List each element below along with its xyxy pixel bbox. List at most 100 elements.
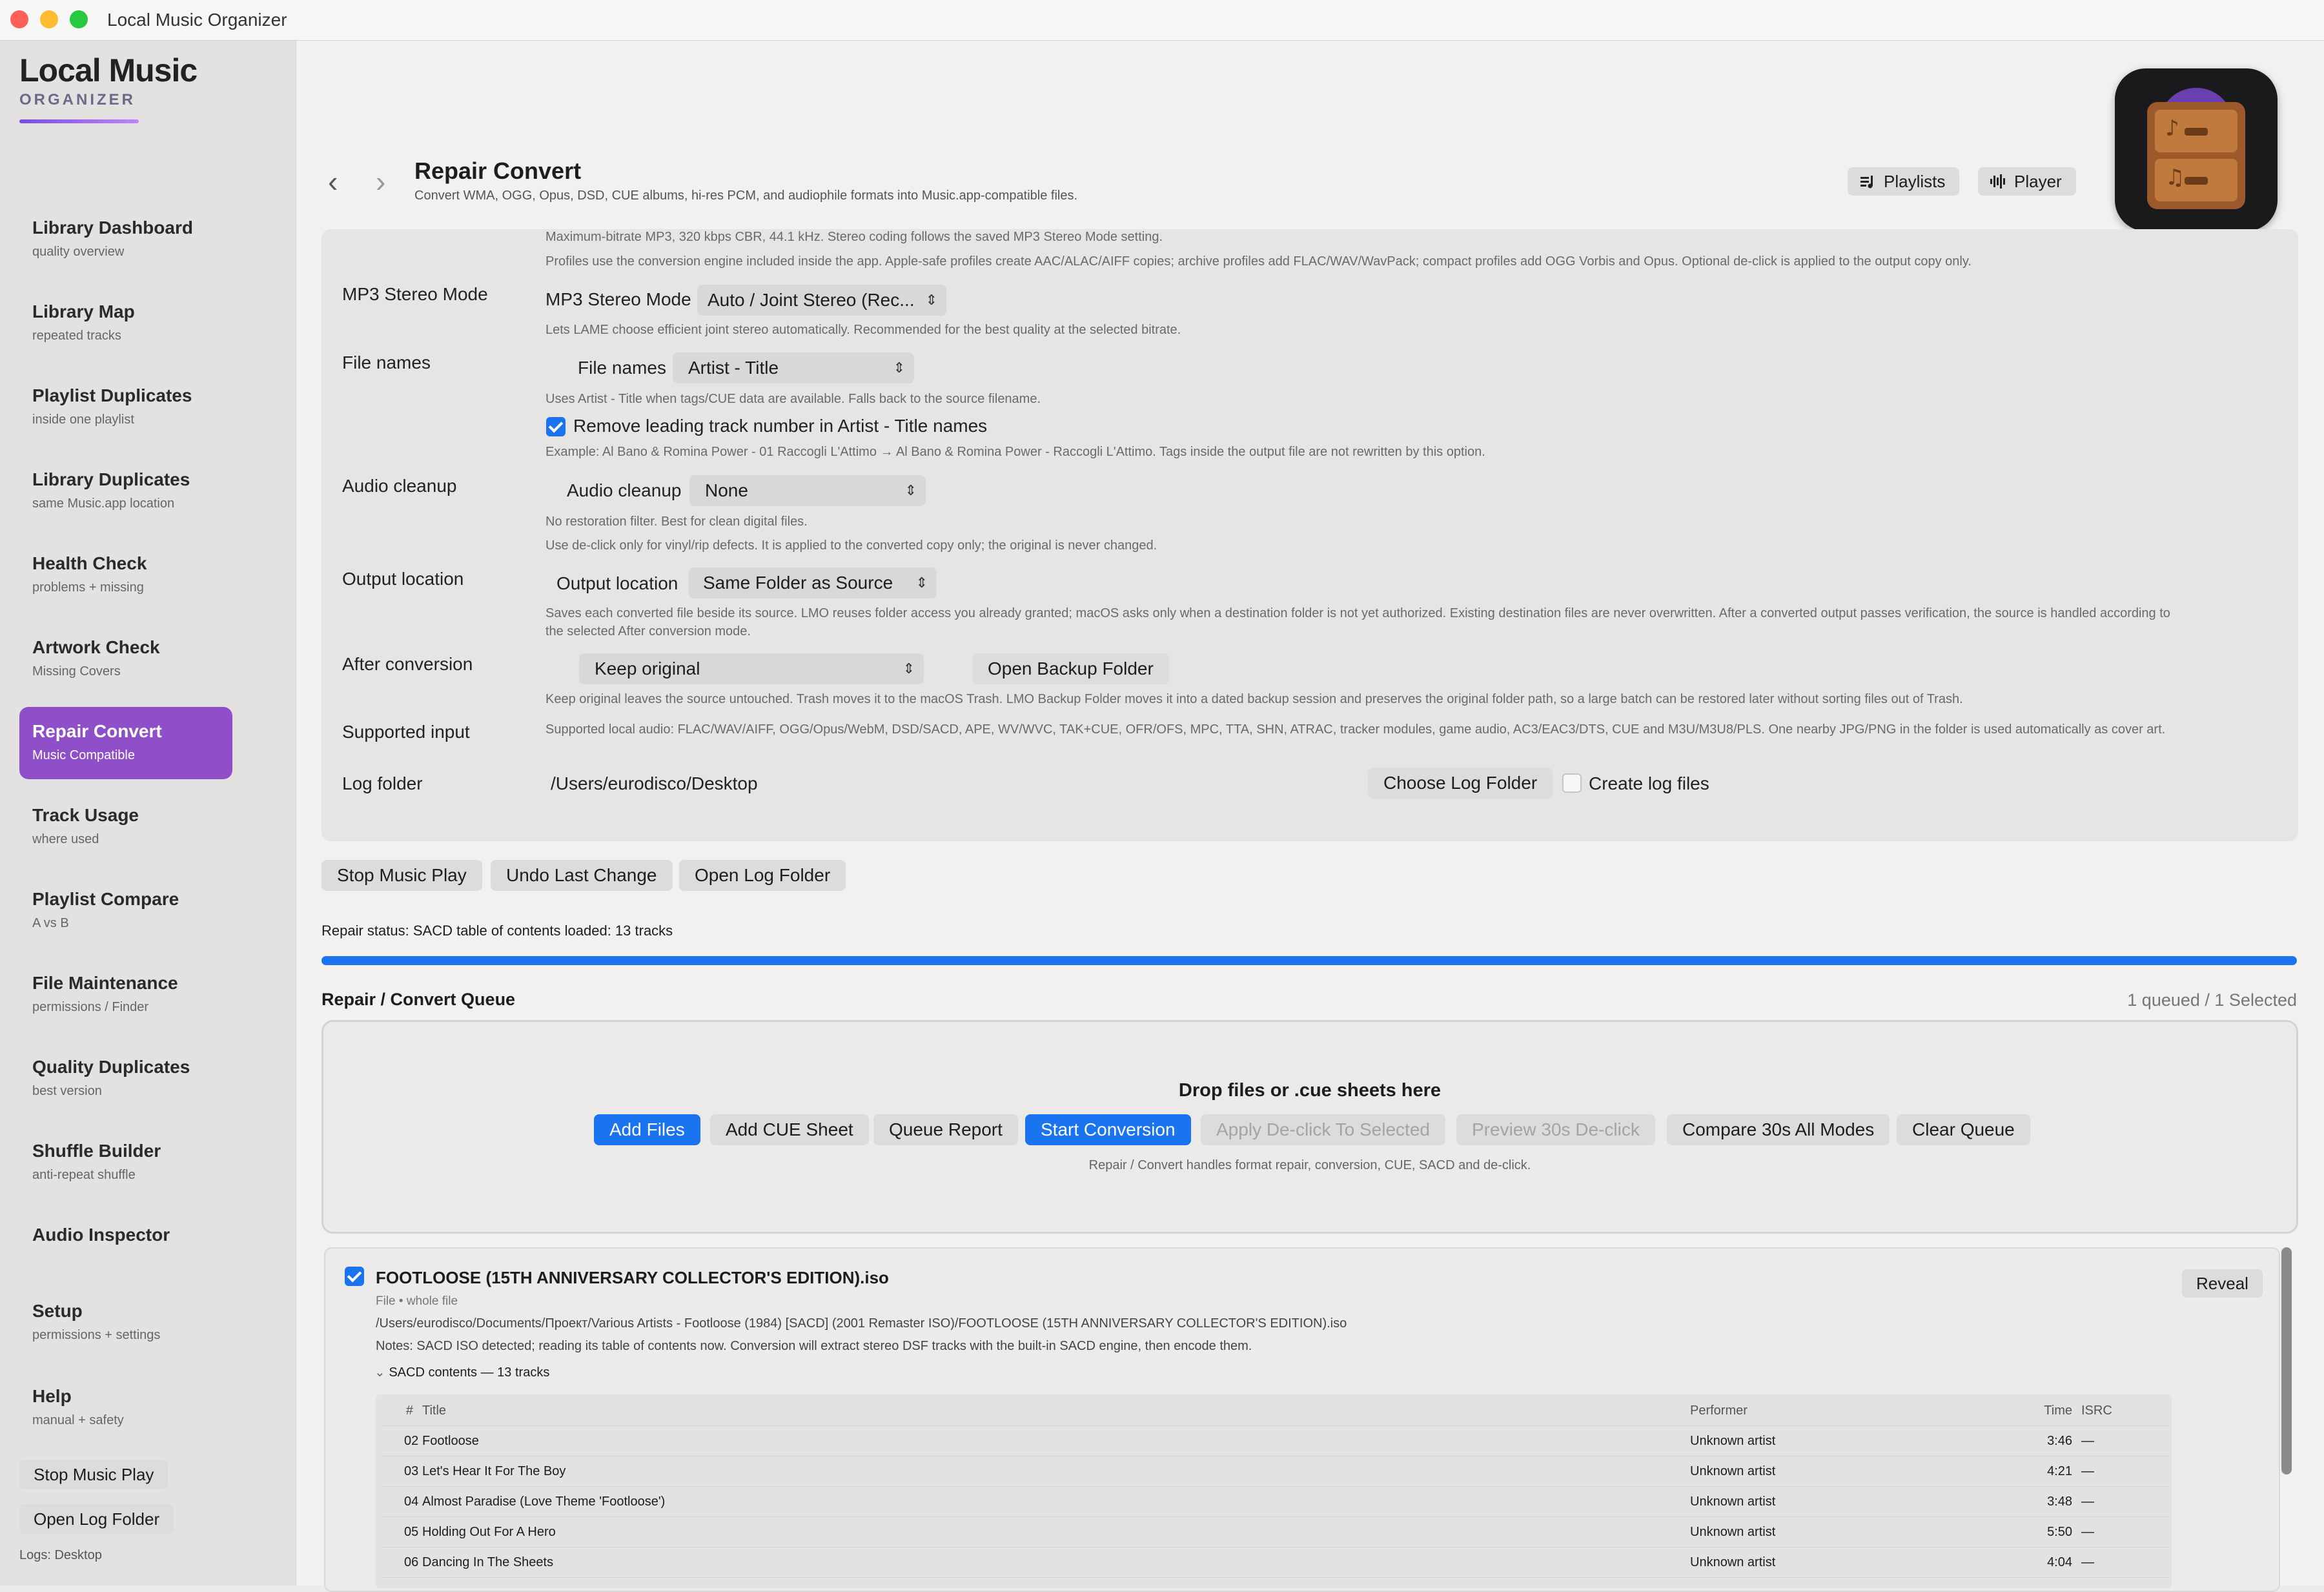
mp3-stereo-select[interactable]: Auto / Joint Stereo (Rec... ⇕	[697, 285, 946, 316]
reveal-button[interactable]: Reveal	[2182, 1269, 2263, 1298]
logs-note: Logs: Desktop	[19, 1548, 102, 1562]
sidebar-item-sublabel: quality overview	[32, 245, 125, 259]
sidebar-item-quality-duplicates[interactable]: Quality Duplicates best version	[19, 1043, 232, 1115]
sidebar-item-sublabel: A vs B	[32, 916, 69, 930]
minimize-window-button[interactable]	[40, 10, 58, 28]
sidebar-item-sublabel: same Music.app location	[32, 496, 175, 511]
track-title: Holding Out For A Hero	[422, 1516, 1690, 1547]
log-folder-path: /Users/eurodisco/Desktop	[551, 773, 758, 793]
queue-count: 1 queued / 1 Selected	[2127, 990, 2297, 1010]
track-title: Let's Hear It For The Boy	[422, 1456, 1690, 1487]
forward-button[interactable]: ›	[376, 165, 385, 198]
table-row[interactable]: 06 Dancing In The Sheets Unknown artist 4:0…	[381, 1547, 2169, 1578]
sidebar-item-setup[interactable]: Setup permissions + settings	[19, 1287, 232, 1359]
output-location-select[interactable]: Same Folder as Source ⇕	[689, 567, 937, 598]
file-names-example: Example: Al Bano & Romina Power - 01 Rac…	[545, 445, 1485, 459]
stop-music-play-button[interactable]: Stop Music Play	[321, 860, 482, 891]
scrollbar[interactable]	[2281, 1247, 2292, 1475]
sidebar-item-sublabel: permissions + settings	[32, 1328, 161, 1342]
apply-declick-button[interactable]: Apply De-click To Selected	[1201, 1114, 1445, 1145]
back-button[interactable]: ‹	[328, 165, 338, 198]
audio-cleanup-help-2: Use de-click only for vinyl/rip defects.…	[545, 538, 1157, 553]
log-folder-row-label: Log folder	[342, 773, 423, 793]
open-log-folder-button[interactable]: Open Log Folder	[679, 860, 846, 891]
create-log-files-label: Create log files	[1589, 773, 1709, 793]
track-time: 5:50	[2015, 1516, 2081, 1547]
close-window-button[interactable]	[10, 10, 28, 28]
choose-log-folder-button[interactable]: Choose Log Folder	[1368, 768, 1553, 799]
sidebar-item-help[interactable]: Help manual + safety	[19, 1372, 232, 1444]
col-header-performer[interactable]: Performer	[1690, 1396, 2015, 1426]
sidebar-item-sublabel: Missing Covers	[32, 664, 121, 679]
start-conversion-button[interactable]: Start Conversion	[1025, 1114, 1191, 1145]
track-performer: Unknown artist	[1690, 1456, 2015, 1487]
sidebar-item-track-usage[interactable]: Track Usage where used	[19, 791, 232, 863]
queue-report-button[interactable]: Queue Report	[873, 1114, 1018, 1145]
file-names-select[interactable]: Artist - Title ⇕	[673, 352, 914, 383]
track-time: 3:48	[2015, 1486, 2081, 1517]
audio-cleanup-row-label: Audio cleanup	[342, 476, 457, 496]
sidebar-item-playlist-duplicates[interactable]: Playlist Duplicates inside one playlist	[19, 371, 232, 444]
sidebar-item-sublabel: permissions / Finder	[32, 1000, 149, 1014]
col-header-title[interactable]: Title	[422, 1396, 1690, 1426]
sidebar-item-sublabel: inside one playlist	[32, 413, 134, 427]
svg-text:♫: ♫	[2165, 165, 2185, 190]
col-header-isrc[interactable]: ISRC	[2081, 1396, 2169, 1426]
sidebar-item-library-map[interactable]: Library Map repeated tracks	[19, 287, 232, 360]
remove-track-number-checkbox[interactable]	[546, 417, 566, 436]
undo-last-change-button[interactable]: Undo Last Change	[491, 860, 673, 891]
sacd-disclosure[interactable]: ⌄ SACD contents — 13 tracks	[374, 1364, 549, 1380]
after-conversion-select-value: Keep original	[595, 658, 700, 679]
sidebar-item-library-dashboard[interactable]: Library Dashboard quality overview	[19, 203, 232, 276]
sidebar-item-repair-convert[interactable]: Repair Convert Music Compatible	[19, 707, 232, 779]
col-header-time[interactable]: Time	[2015, 1396, 2081, 1426]
sidebar-item-file-maintenance[interactable]: File Maintenance permissions / Finder	[19, 959, 232, 1031]
after-conversion-help: Keep original leaves the source untouche…	[545, 692, 1963, 706]
col-header-num[interactable]: #	[381, 1396, 422, 1426]
brand-underline	[19, 119, 139, 123]
sidebar-item-audio-inspector[interactable]: Audio Inspector	[19, 1210, 232, 1269]
table-row[interactable]: 05 Holding Out For A Hero Unknown artist 5:…	[381, 1516, 2169, 1547]
sidebar-open-log-button[interactable]: Open Log Folder	[19, 1504, 174, 1534]
svg-text:♪: ♪	[2165, 116, 2179, 141]
sacd-contents-label: SACD contents — 13 tracks	[389, 1365, 550, 1380]
sidebar-item-sublabel: Music Compatible	[32, 748, 135, 762]
sidebar-item-sublabel: repeated tracks	[32, 329, 121, 343]
open-backup-folder-button[interactable]: Open Backup Folder	[972, 653, 1169, 684]
output-location-row-label: Output location	[342, 569, 464, 589]
sidebar-item-label: Help	[32, 1386, 72, 1406]
profile-help-1: Maximum-bitrate MP3, 320 kbps CBR, 44.1 …	[545, 230, 1163, 244]
queue-item-path: /Users/eurodisco/Documents/Проект/Variou…	[376, 1316, 1347, 1331]
mp3-stereo-row-label: MP3 Stereo Mode	[342, 284, 488, 304]
add-files-button[interactable]: Add Files	[594, 1114, 700, 1145]
zoom-window-button[interactable]	[70, 10, 88, 28]
track-num: 06	[381, 1547, 422, 1578]
sidebar-item-health-check[interactable]: Health Check problems + missing	[19, 539, 232, 611]
mp3-stereo-select-value: Auto / Joint Stereo (Rec...	[708, 290, 915, 310]
player-button[interactable]: Player	[1978, 167, 2076, 196]
sidebar-item-sublabel: best version	[32, 1084, 102, 1098]
table-row[interactable]: 02 Footloose Unknown artist 3:46—	[381, 1425, 2169, 1456]
remove-track-number-label: Remove leading track number in Artist - …	[573, 416, 988, 436]
playlists-button[interactable]: Playlists	[1848, 167, 1960, 196]
table-row[interactable]: 03 Let's Hear It For The Boy Unknown artis…	[381, 1456, 2169, 1487]
create-log-files-checkbox[interactable]	[1562, 773, 1582, 793]
add-cue-sheet-button[interactable]: Add CUE Sheet	[710, 1114, 869, 1145]
clear-queue-button[interactable]: Clear Queue	[1897, 1114, 2030, 1145]
track-performer: Unknown artist	[1690, 1547, 2015, 1578]
sidebar-item-playlist-compare[interactable]: Playlist Compare A vs B	[19, 875, 232, 947]
queue-item-checkbox[interactable]	[345, 1267, 364, 1286]
page-title: Repair Convert	[414, 158, 582, 184]
table-row[interactable]: 04 Almost Paradise (Love Theme 'Footloose…	[381, 1486, 2169, 1517]
sidebar-item-shuffle-builder[interactable]: Shuffle Builder anti-repeat shuffle	[19, 1127, 232, 1199]
sidebar-item-library-duplicates[interactable]: Library Duplicates same Music.app locatio…	[19, 455, 232, 527]
tracks-table: # Title Performer Time ISRC 02 Footloose U…	[381, 1396, 2169, 1578]
sidebar-stop-music-button[interactable]: Stop Music Play	[19, 1460, 168, 1489]
compare-all-modes-button[interactable]: Compare 30s All Modes	[1667, 1114, 1890, 1145]
sidebar-item-artwork-check[interactable]: Artwork Check Missing Covers	[19, 623, 232, 695]
audio-cleanup-select[interactable]: None ⇕	[689, 475, 926, 506]
preview-declick-button[interactable]: Preview 30s De-click	[1456, 1114, 1655, 1145]
sidebar-item-label: Repair Convert	[32, 721, 162, 741]
after-conversion-select[interactable]: Keep original ⇕	[579, 653, 924, 684]
sidebar-item-label: Library Map	[32, 301, 135, 321]
